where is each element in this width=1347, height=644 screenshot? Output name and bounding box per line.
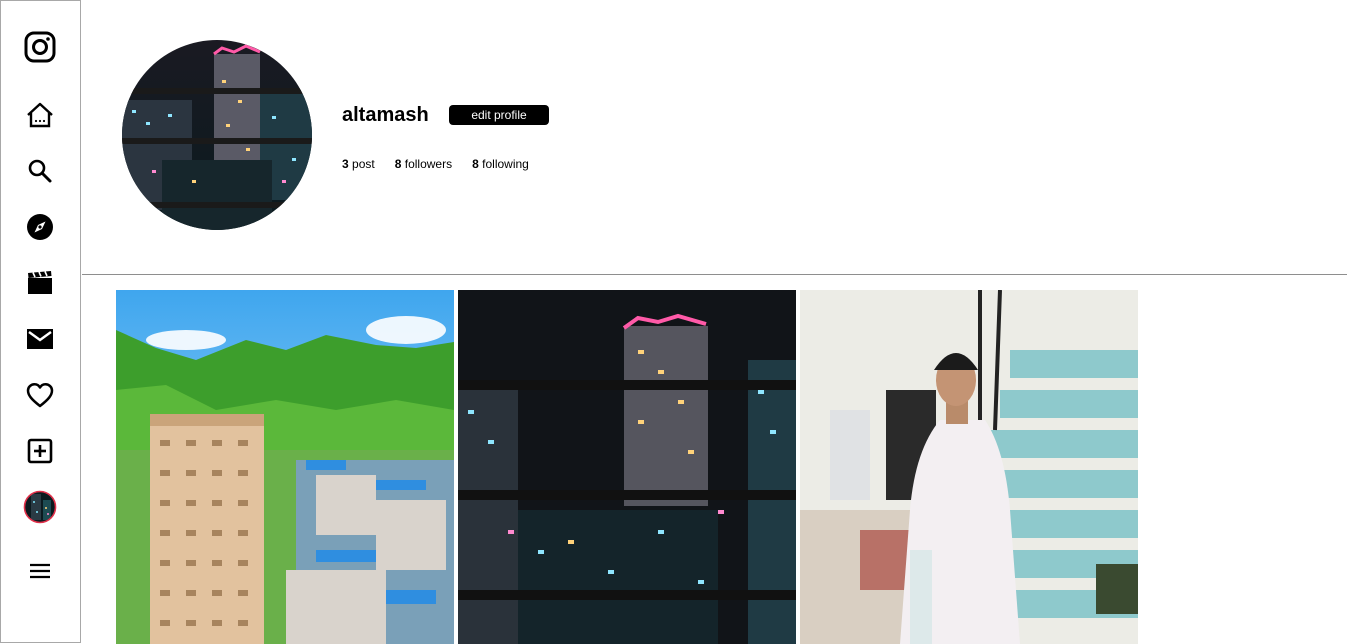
compass-icon[interactable] bbox=[23, 210, 57, 244]
post-thumbnail[interactable] bbox=[800, 290, 1138, 644]
posts-grid bbox=[116, 290, 1142, 644]
profile-stats: 3 post 8 followers 8 following bbox=[342, 157, 549, 171]
profile-username: altamash bbox=[342, 104, 429, 126]
post-thumbnail[interactable] bbox=[116, 290, 454, 644]
post-thumbnail[interactable] bbox=[458, 290, 796, 644]
sidebar bbox=[0, 0, 81, 643]
followers-count: 8 bbox=[394, 157, 402, 171]
followers-stat[interactable]: 8 followers bbox=[395, 157, 452, 171]
following-stat[interactable]: 8 following bbox=[472, 157, 529, 171]
profile-header: altamash edit profile 3 post 8 followers… bbox=[82, 0, 1347, 275]
search-icon[interactable] bbox=[23, 154, 57, 188]
mail-icon[interactable] bbox=[23, 322, 57, 356]
posts-label: post bbox=[352, 157, 375, 171]
edit-profile-button[interactable]: edit profile bbox=[449, 105, 549, 125]
followers-label: followers bbox=[404, 157, 453, 171]
clapperboard-icon[interactable] bbox=[23, 266, 57, 300]
posts-stat[interactable]: 3 post bbox=[342, 157, 375, 171]
following-count: 8 bbox=[472, 157, 479, 171]
following-label: following bbox=[482, 157, 529, 171]
avatar[interactable] bbox=[23, 490, 57, 524]
heart-icon[interactable] bbox=[23, 378, 57, 412]
home-icon[interactable] bbox=[23, 98, 57, 132]
main-content: altamash edit profile 3 post 8 followers… bbox=[82, 0, 1347, 644]
instagram-icon[interactable] bbox=[23, 30, 57, 64]
plus-square-icon[interactable] bbox=[23, 434, 57, 468]
menu-icon[interactable] bbox=[23, 554, 57, 588]
posts-count: 3 bbox=[342, 157, 349, 171]
profile-avatar[interactable] bbox=[122, 40, 312, 230]
